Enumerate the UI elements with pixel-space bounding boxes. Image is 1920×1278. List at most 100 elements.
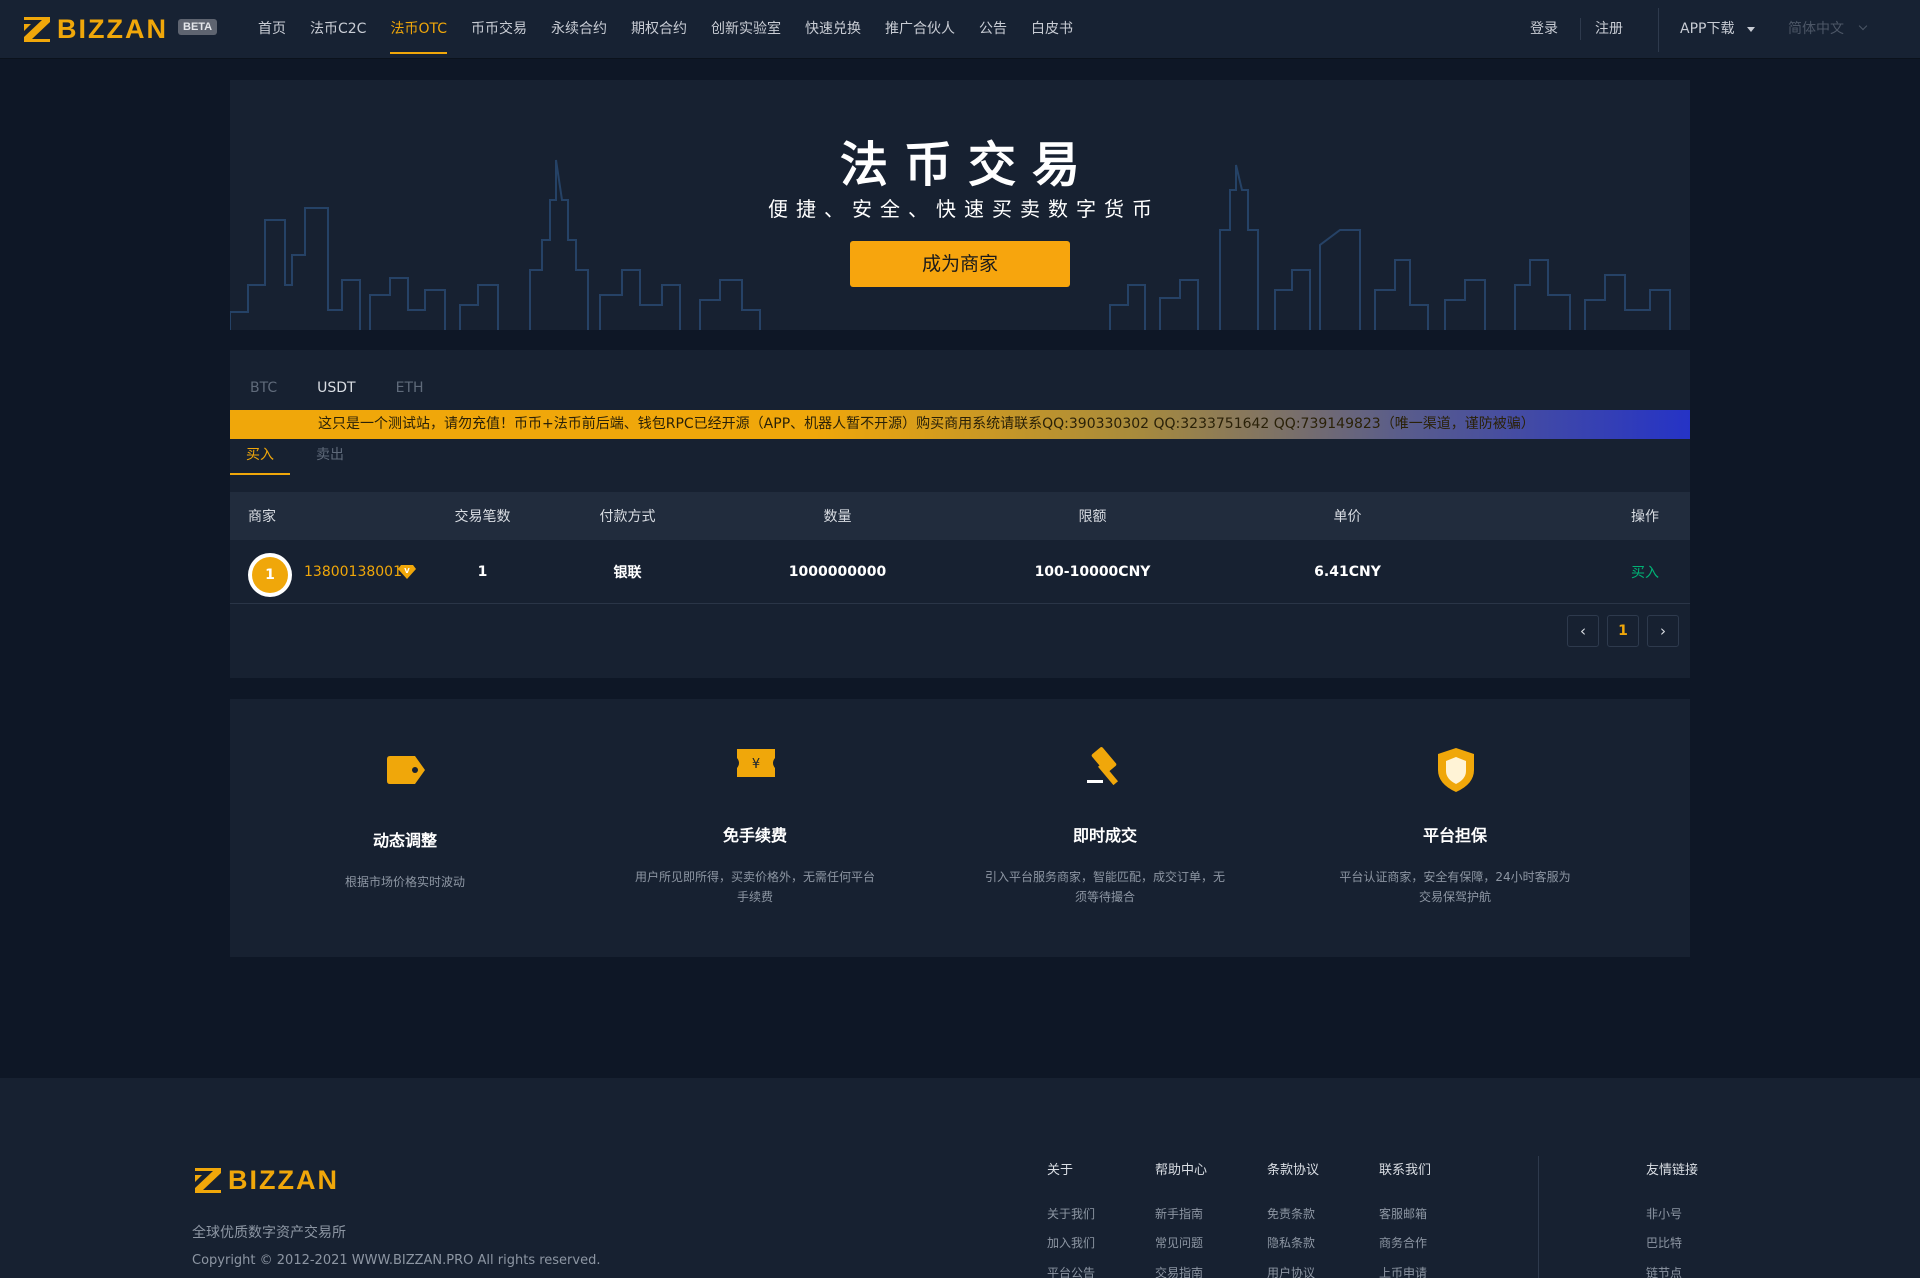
tab-btc[interactable]: BTC [250, 378, 277, 398]
footer-col-title-about: 关于 [1047, 1163, 1074, 1178]
language-menu[interactable]: 简体中文 [1788, 0, 1868, 59]
feature-title: 平台担保 [1422, 826, 1487, 845]
tag-icon [385, 754, 427, 790]
footer-link[interactable]: 客服邮箱 [1379, 1205, 1427, 1222]
login-link[interactable]: 登录 [1530, 0, 1558, 59]
feature-dynamic-adjust: 动态调整 根据市场价格实时波动 [230, 699, 580, 957]
feature-desc: 用户所见即所得，买卖价格外，无需任何平台手续费 [635, 870, 876, 904]
register-link[interactable]: 注册 [1595, 0, 1623, 59]
banner-title: 法币交易 [839, 137, 1096, 193]
footer-link[interactable]: 链节点 [1646, 1264, 1682, 1278]
feature-no-fee: ¥ 免手续费 用户所见即所得，买卖价格外，无需任何平台手续费 [580, 699, 930, 957]
col-merchant: 商家 [248, 509, 276, 525]
avatar: 1 [248, 553, 292, 597]
nav-promotion-partner[interactable]: 推广合伙人 [885, 0, 955, 59]
caret-down-icon [1746, 26, 1755, 32]
footer-logo[interactable]: BIZZAN [193, 1165, 353, 1195]
footer-link[interactable]: 新手指南 [1155, 1205, 1203, 1222]
language-label: 简体中文 [1788, 21, 1844, 37]
feature-desc: 根据市场价格实时波动 [344, 875, 465, 889]
footer-link[interactable]: 平台公告 [1047, 1264, 1095, 1278]
footer-link[interactable]: 巴比特 [1646, 1234, 1682, 1251]
footer-link[interactable]: 非小号 [1646, 1205, 1682, 1222]
col-price: 单价 [1333, 509, 1362, 525]
otc-trade-panel: BTC USDT ETH 这只是一个测试站，请勿充值！币币+法币前后端、钱包RP… [230, 350, 1690, 678]
footer-col-title-help: 帮助中心 [1155, 1163, 1208, 1178]
nav-innovation-lab[interactable]: 创新实验室 [711, 0, 781, 59]
top-navbar: BIZZAN BETA 首页 法币C2C 法币OTC 币币交易 永续合约 期权合… [0, 0, 1920, 59]
divider [1538, 1156, 1539, 1278]
svg-text:¥: ¥ [752, 757, 760, 772]
features-section: 动态调整 根据市场价格实时波动 ¥ 免手续费 用户所见即所得，买卖价格外，无需任… [230, 699, 1690, 957]
nav-options-contract[interactable]: 期权合约 [631, 0, 687, 59]
footer-copyright: Copyright © 2012-2021 WWW.BIZZAN.PRO All… [192, 1253, 601, 1268]
divider [1658, 8, 1659, 52]
tab-usdt[interactable]: USDT [317, 378, 355, 398]
footer-link[interactable]: 加入我们 [1047, 1234, 1095, 1251]
next-page-button[interactable]: › [1647, 615, 1679, 647]
page-1-button[interactable]: 1 [1607, 615, 1639, 647]
feature-desc: 平台认证商家，安全有保障，24小时客服为交易保驾护航 [1339, 870, 1571, 904]
nav-quick-exchange[interactable]: 快速兑换 [805, 0, 861, 59]
nav-whitepaper[interactable]: 白皮书 [1031, 0, 1073, 59]
nav-fiat-otc[interactable]: 法币OTC [390, 0, 447, 59]
gavel-icon [1083, 746, 1127, 792]
app-download-menu[interactable]: APP下载 [1680, 0, 1755, 59]
cell-payment: 银联 [613, 564, 642, 581]
footer-link[interactable]: 上币申请 [1379, 1264, 1427, 1278]
direction-tabs: 买入 卖出 [230, 439, 1690, 475]
footer-link[interactable]: 关于我们 [1047, 1205, 1095, 1222]
cell-amount: 1000000000 [788, 563, 887, 580]
nav-spot-trading[interactable]: 币币交易 [471, 0, 527, 59]
coin-tabs: BTC USDT ETH [250, 378, 464, 398]
footer-link[interactable]: 常见问题 [1155, 1234, 1203, 1251]
col-amount: 数量 [823, 509, 852, 525]
prev-page-button[interactable]: ‹ [1567, 615, 1599, 647]
chevron-down-icon [1859, 21, 1868, 31]
feature-platform-guarantee: 平台担保 平台认证商家，安全有保障，24小时客服为交易保驾护航 [1280, 699, 1630, 957]
merchant-name[interactable]: 13800138001 [304, 540, 402, 603]
tab-sell[interactable]: 卖出 [310, 439, 350, 475]
logo-text: BIZZAN [57, 14, 168, 44]
col-limit: 限额 [1078, 509, 1107, 525]
footer-logo-text: BIZZAN [228, 1165, 339, 1195]
divider [1580, 18, 1581, 40]
footer-link[interactable]: 隐私条款 [1267, 1234, 1315, 1251]
footer-link[interactable]: 用户协议 [1267, 1264, 1315, 1278]
notice-marquee: 这只是一个测试站，请勿充值！币币+法币前后端、钱包RPC已经开源（APP、机器人… [230, 410, 1690, 439]
avatar-initial: 1 [252, 557, 288, 593]
footer-link[interactable]: 免责条款 [1267, 1205, 1315, 1222]
footer-col-title-friend-links: 友情链接 [1646, 1163, 1699, 1178]
cell-limit: 100-10000CNY [1034, 563, 1151, 580]
bizzan-logo-icon [24, 17, 50, 42]
nav-perpetual-contract[interactable]: 永续合约 [551, 0, 607, 59]
otc-banner: 法币交易 便捷、安全、快速买卖数字货币 成为商家 [230, 80, 1690, 330]
footer-col-title-terms: 条款协议 [1267, 1163, 1320, 1178]
site-footer: BIZZAN 全球优质数字资产交易所 Copyright © 2012-2021… [0, 1078, 1920, 1278]
col-action: 操作 [1631, 509, 1659, 525]
nav-announcement[interactable]: 公告 [979, 0, 1007, 59]
footer-link[interactable]: 商务合作 [1379, 1234, 1427, 1251]
banner-subtitle: 便捷、安全、快速买卖数字货币 [768, 197, 1160, 221]
feature-title: 动态调整 [372, 831, 437, 850]
beta-badge: BETA [178, 19, 218, 35]
become-merchant-button[interactable]: 成为商家 [850, 241, 1070, 287]
footer-col-title-contact: 联系我们 [1379, 1163, 1432, 1178]
col-trades: 交易笔数 [454, 509, 511, 525]
footer-slogan: 全球优质数字资产交易所 [192, 1225, 346, 1241]
buy-action-button[interactable]: 买入 [1620, 540, 1670, 603]
table-row: 1 13800138001 V 1 银联 1000000000 100-1000… [230, 540, 1690, 604]
tab-eth[interactable]: ETH [396, 378, 424, 398]
nav-home[interactable]: 首页 [258, 0, 286, 59]
feature-instant-deal: 即时成交 引入平台服务商家，智能匹配，成交订单，无须等待撮合 [930, 699, 1280, 957]
bizzan-logo-icon [195, 1168, 221, 1193]
app-download-label: APP下载 [1680, 21, 1735, 37]
main-nav: 首页 法币C2C 法币OTC 币币交易 永续合约 期权合约 创新实验室 快速兑换… [258, 0, 1097, 59]
footer-link[interactable]: 交易指南 [1155, 1264, 1203, 1278]
shield-icon [1435, 746, 1477, 798]
feature-desc: 引入平台服务商家，智能匹配，成交订单，无须等待撮合 [985, 870, 1226, 904]
col-payment: 付款方式 [599, 509, 656, 525]
nav-fiat-c2c[interactable]: 法币C2C [310, 0, 366, 59]
tab-buy[interactable]: 买入 [230, 439, 290, 475]
cell-trades: 1 [477, 563, 488, 580]
